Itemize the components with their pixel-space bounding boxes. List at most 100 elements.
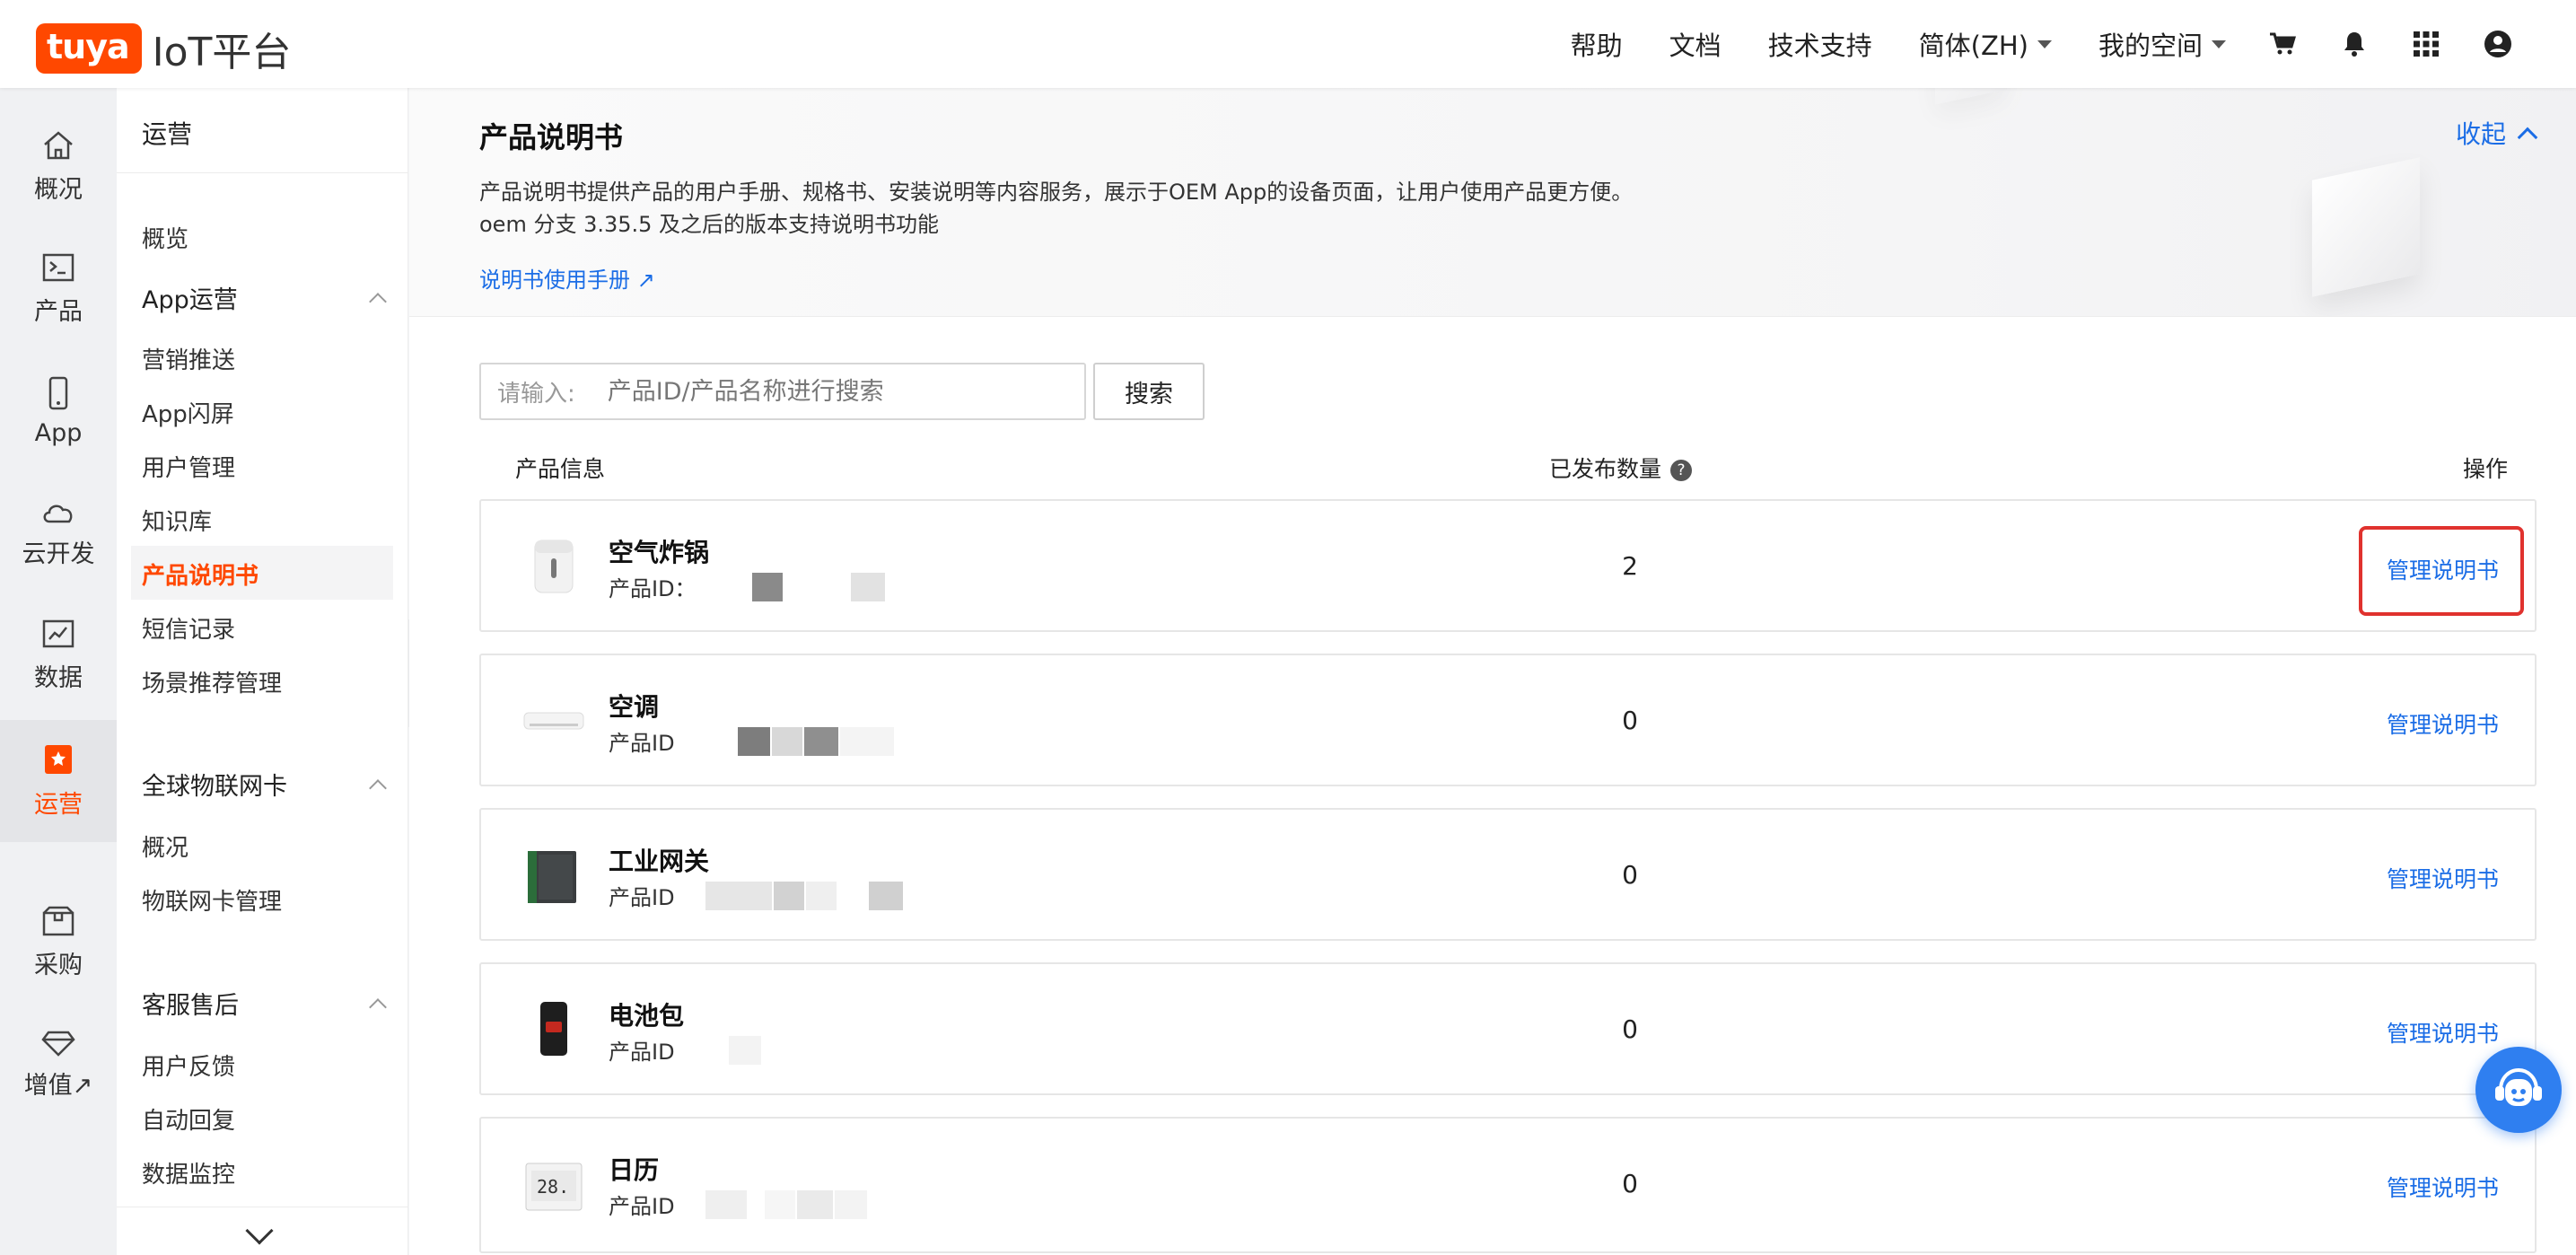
redacted-id [803,726,838,756]
caret-down-icon [2037,39,2052,48]
sidebar-item-cloud-dev[interactable]: 云开发 [0,472,117,594]
submenu-item-user-mgmt[interactable]: 用户管理 [142,450,235,483]
nav-help[interactable]: 帮助 [1571,25,1623,63]
gateway-thumbnail [522,842,585,908]
chevron-down-icon[interactable] [245,1216,274,1245]
battery-thumbnail [522,996,585,1063]
submenu-item-scene-recommend[interactable]: 场景推荐管理 [142,665,282,698]
published-count: 2 [1622,551,1638,581]
apps-grid-icon[interactable] [2411,29,2441,59]
submenu-item-product-manual[interactable]: 产品说明书 [142,557,258,591]
search-label: 请输入: [497,380,575,408]
sidebar-item-operations[interactable]: 运营 [0,720,117,842]
product-id-label: 产品ID [609,1040,675,1065]
help-icon[interactable]: ? [1670,460,1693,481]
language-select[interactable]: 简体(ZH) [1919,25,2052,63]
product-id: 产品ID [609,880,903,911]
collapse-banner-button[interactable]: 收起 [2456,115,2538,151]
product-id: 产品ID： [609,571,885,602]
column-header-count: 已发布数量? [1549,452,1693,484]
submenu-group-iot-card[interactable]: 全球物联网卡 [142,767,387,802]
redacted-id [839,726,894,756]
manage-manual-link[interactable]: 管理说明书 [2387,707,2499,740]
submenu-group-customer-service[interactable]: 客服售后 [142,986,387,1021]
manage-manual-link[interactable]: 管理说明书 [2387,1171,2499,1203]
product-name: 电池包 [609,1001,685,1031]
product-name: 空调 [609,692,660,722]
sidebar-label: 概况 [34,175,83,204]
space-select[interactable]: 我的空间 [2098,25,2226,63]
group-label: 客服售后 [142,992,239,1020]
submenu-item-knowledge-base[interactable]: 知识库 [142,504,212,537]
page-description: 产品说明书提供产品的用户手册、规格书、安装说明等内容服务，展示于OEM App的… [479,180,1634,205]
redacted-id [764,1189,795,1219]
submenu-group-app-ops[interactable]: App运营 [142,280,387,315]
redacted-id [805,881,837,910]
decorative-cube [2312,157,2420,297]
nav-tech-support[interactable]: 技术支持 [1768,25,1872,63]
bell-icon[interactable] [2339,29,2370,59]
sidebar-label: 云开发 [22,540,95,568]
published-count: 0 [1622,706,1638,735]
sidebar-item-overview[interactable]: 概况 [0,106,117,228]
submenu-title: 运营 [142,119,193,149]
divider [117,172,408,173]
table-row: 空调 产品ID 0 管理说明书 [479,654,2537,786]
chevron-up-icon [369,778,387,797]
submenu-item-user-feedback[interactable]: 用户反馈 [142,1049,235,1082]
manual-guide-link[interactable]: 说明书使用手册 ↗ [479,262,655,294]
calendar-thumbnail: 28. [522,1151,585,1217]
cart-icon[interactable] [2267,29,2298,59]
manage-manual-link[interactable]: 管理说明书 [2387,862,2499,894]
submenu-item-data-monitor[interactable]: 数据监控 [142,1156,235,1189]
nav-docs[interactable]: 文档 [1669,25,1722,63]
top-bar: tuya IoT平台 帮助 文档 技术支持 简体(ZH) 我的空间 [0,0,2576,88]
sidebar-label: 运营 [34,790,83,819]
submenu-item-overview[interactable]: 概览 [142,221,188,254]
user-icon[interactable] [2483,29,2513,59]
search-button[interactable]: 搜索 [1093,363,1205,420]
table-row: 28. 日历 产品ID 0 管理说明书 [479,1117,2537,1253]
published-count: 0 [1622,1169,1638,1198]
product-id-label: 产品ID [609,1194,675,1219]
cloud-icon [43,505,73,522]
sidebar-item-data[interactable]: 数据 [0,594,117,716]
sidebar-item-purchase[interactable]: 采购 [0,882,117,1004]
sidebar-label: App [34,418,83,447]
table-row: 电池包 产品ID 0 管理说明书 [479,962,2537,1095]
product-id-label: 产品ID [609,885,675,910]
search-field: 请输入: [479,363,1086,420]
redacted-id [773,881,804,910]
table-row: 工业网关 产品ID 0 管理说明书 [479,808,2537,941]
icon-sidebar: 概况 产品 App 云开发 数据 运营 采购 增值↗ [0,88,117,1255]
product-name: 空气炸锅 [609,538,710,567]
svg-text:28.: 28. [537,1176,569,1198]
redacted-id [705,881,772,910]
redacted-id [737,726,770,756]
sidebar-item-product[interactable]: 产品 [0,228,117,350]
box-icon [42,906,74,935]
sidebar-item-value-added[interactable]: 增值↗ [0,1004,117,1126]
submenu-item-sms-records[interactable]: 短信记录 [142,611,235,645]
submenu-item-auto-reply[interactable]: 自动回复 [142,1102,235,1136]
sidebar-item-app[interactable]: App [0,350,117,472]
diamond-icon [41,1031,75,1057]
logo-badge: tuya [36,23,142,74]
submenu-item-app-splash[interactable]: App闪屏 [142,396,234,429]
manage-manual-link[interactable]: 管理说明书 [2387,553,2499,585]
customer-service-chat-button[interactable] [2475,1047,2562,1133]
product-name: 工业网关 [609,847,710,876]
submenu-item-marketing-push[interactable]: 营销推送 [142,342,235,375]
submenu-item-iot-overview[interactable]: 概况 [142,829,188,863]
redacted-id [705,1189,747,1219]
operations-submenu: 运营 概览 App运营 营销推送 App闪屏 用户管理 知识库 产品说明书 短信… [117,88,408,1255]
logo[interactable]: tuya IoT平台 [36,20,291,77]
sidebar-label: 产品 [34,297,83,326]
manage-manual-link[interactable]: 管理说明书 [2387,1016,2499,1049]
search-input[interactable] [607,377,1056,406]
table-row: 空气炸锅 产品ID： 2 管理说明书 [479,499,2537,632]
page-description-version: oem 分支 3.35.5 及之后的版本支持说明书功能 [479,212,940,237]
main-content: 产品说明书 产品说明书提供产品的用户手册、规格书、安装说明等内容服务，展示于OE… [409,88,2576,1255]
submenu-item-iot-card-mgmt[interactable]: 物联网卡管理 [142,883,282,917]
product-id: 产品ID [609,1034,761,1066]
